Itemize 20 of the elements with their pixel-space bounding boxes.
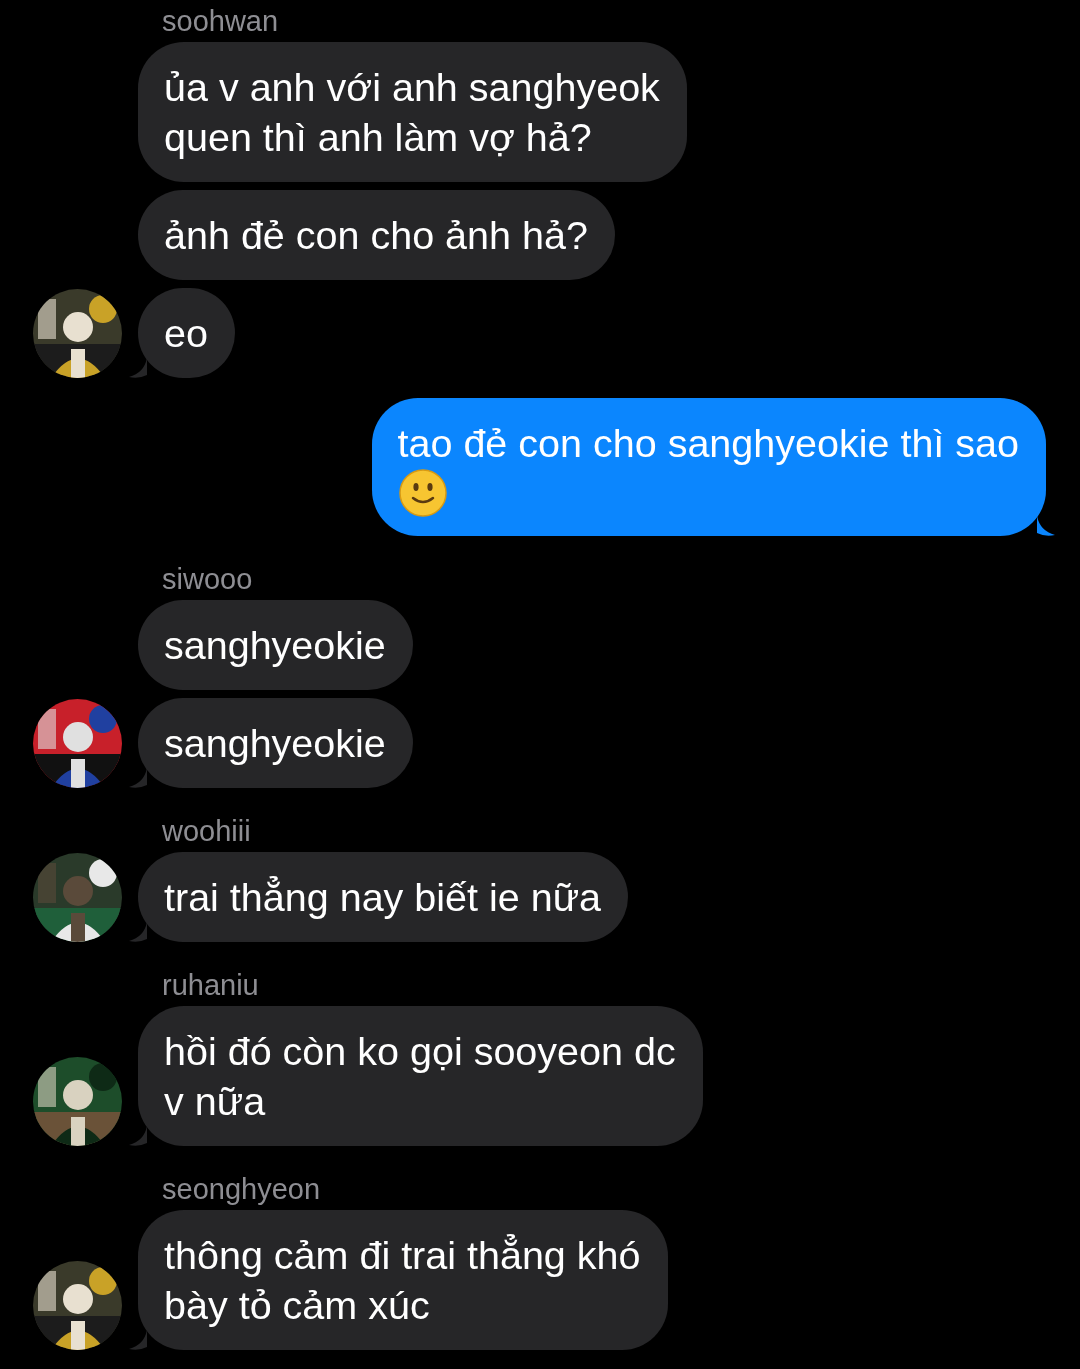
- bubble-tail: [129, 768, 147, 788]
- message-bubble: eo: [138, 288, 235, 378]
- sender-name: woohiii: [162, 814, 252, 848]
- message-bubble: hồi đó còn ko gọi sooyeon dc v nữa: [138, 1006, 703, 1146]
- message-bubble: trai thẳng nay biết ie nữa: [138, 852, 629, 942]
- message-bubble: thông cảm đi trai thẳng khó bày tỏ cảm xúc: [138, 1210, 668, 1350]
- bubble-tail: [129, 358, 147, 378]
- bubble-tail: [129, 1330, 147, 1350]
- message-bubble: ảnh đẻ con cho ảnh hả?: [138, 190, 615, 280]
- sent-message: tao đẻ con cho sanghyeokie thì sao: [371, 398, 1046, 536]
- message-bubble: sanghyeokie: [138, 600, 413, 690]
- sender-name: seonghyeon: [162, 1172, 322, 1206]
- bubble-tail: [129, 1126, 147, 1146]
- message-bubble: ủa v anh với anh sanghyeok quen thì anh làm vợ hả?: [138, 42, 687, 182]
- sender-name: ruhaniu: [162, 968, 260, 1002]
- bubble-tail: [1037, 516, 1055, 536]
- sender-name: soohwan: [162, 4, 280, 38]
- message-bubble: sanghyeokie: [138, 698, 413, 788]
- sender-name: siwooo: [162, 562, 254, 596]
- bubble-tail: [129, 922, 147, 942]
